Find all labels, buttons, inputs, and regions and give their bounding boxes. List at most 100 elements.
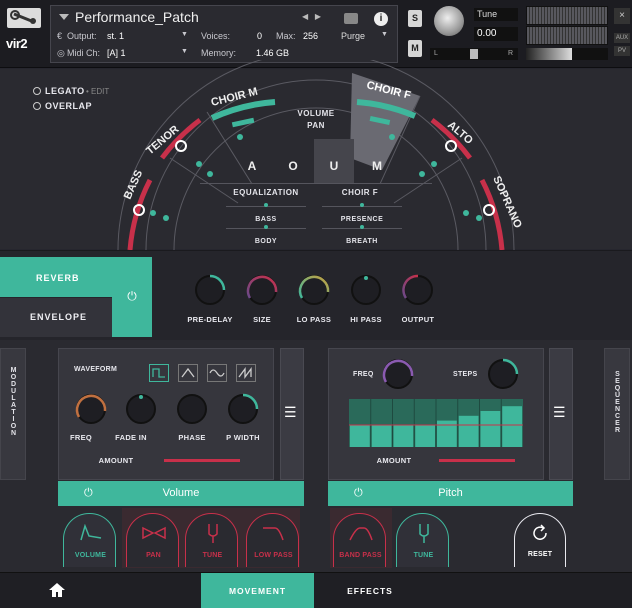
steps-knob[interactable]: [486, 357, 520, 391]
purge-dropdown-icon[interactable]: ▼: [381, 31, 388, 38]
hi-pass-knob[interactable]: [351, 275, 381, 305]
sliders-icon: ☰: [284, 404, 297, 420]
eq-presence-dot[interactable]: [360, 203, 364, 207]
sequencer-step[interactable]: [502, 406, 522, 447]
eq-body-label: BODY: [254, 238, 278, 245]
wrench-icon[interactable]: [7, 8, 41, 28]
home-icon[interactable]: [48, 582, 66, 603]
seq-amount-slider[interactable]: [439, 459, 515, 462]
tenor-dot: [207, 171, 213, 177]
seq-freq-knob[interactable]: [381, 357, 415, 391]
effects-tab[interactable]: EFFECTS: [320, 573, 420, 608]
eq-bass-label: BASS: [255, 216, 277, 223]
phase-knob[interactable]: [177, 394, 207, 424]
modulation-side-tab[interactable]: MODULATION: [0, 348, 26, 480]
soprano-dot: [476, 215, 482, 221]
alto-dot: [431, 161, 437, 167]
target-card-pan[interactable]: PAN: [126, 513, 179, 567]
target-card-band-pass[interactable]: BAND PASS: [333, 513, 386, 567]
sliders-icon: ☰: [553, 404, 566, 420]
target-card-seq-tune[interactable]: TUNE: [396, 513, 449, 567]
pan-handle[interactable]: [470, 49, 478, 59]
seq-target-label: Pitch: [438, 487, 463, 499]
output-icon: €: [57, 31, 63, 41]
prev-next-icons[interactable]: ◀ ▶: [302, 12, 321, 21]
seq-settings-button[interactable]: ☰: [549, 348, 573, 480]
vowel-u-button[interactable]: U: [314, 159, 354, 173]
target-low-pass-label: LOW PASS: [254, 552, 293, 559]
reset-label: RESET: [527, 551, 553, 558]
fade-in-knob[interactable]: [126, 394, 156, 424]
sequencer-step[interactable]: [480, 411, 501, 447]
collapse-icon[interactable]: [59, 14, 69, 20]
pre-delay-label: PRE-DELAY: [187, 315, 233, 324]
kontakt-header: vir2 Performance_Patch ◀ ▶ i € Output: s…: [0, 0, 632, 68]
eq-divider: [200, 183, 432, 184]
aux-button[interactable]: AUX: [614, 33, 630, 43]
sequencer-step[interactable]: [371, 425, 392, 447]
voices-label: Voices:: [201, 31, 231, 41]
target-volume-label: VOLUME: [74, 552, 107, 559]
memory-label: Memory:: [201, 48, 237, 58]
waveform-triangle-button[interactable]: [178, 364, 198, 382]
lo-pass-label: LO PASS: [296, 315, 332, 324]
camera-icon[interactable]: [344, 13, 358, 24]
tune-value[interactable]: 0.00: [474, 27, 518, 41]
solo-button[interactable]: S: [408, 10, 422, 27]
pan-bowtie-icon: [142, 526, 166, 540]
steps-label: STEPS: [453, 371, 478, 378]
vowel-a-button[interactable]: A: [232, 159, 272, 173]
sequencer-step[interactable]: [415, 425, 435, 447]
movement-tab[interactable]: MOVEMENT: [201, 573, 314, 608]
target-card-tune[interactable]: TUNE: [185, 513, 238, 567]
purge-dropdown[interactable]: Purge: [341, 31, 365, 41]
vowel-m-button[interactable]: M: [357, 159, 397, 173]
step-sequencer-grid[interactable]: [349, 399, 523, 447]
pv-button[interactable]: PV: [614, 46, 630, 56]
eq-bass-dot[interactable]: [264, 203, 268, 207]
voices-value: 0: [257, 31, 263, 41]
eq-body-dot[interactable]: [264, 225, 268, 229]
midi-value[interactable]: [A] 1: [107, 48, 126, 58]
seq-target-header[interactable]: ⏻ Pitch: [328, 481, 573, 506]
volume-slider[interactable]: [526, 48, 608, 60]
pan-slider[interactable]: L R: [430, 48, 518, 60]
info-icon[interactable]: i: [374, 12, 388, 26]
envelope-tab[interactable]: ENVELOPE: [0, 298, 112, 337]
seq-power-icon[interactable]: ⏻: [354, 481, 363, 506]
lfo-amount-slider[interactable]: [164, 459, 240, 462]
eq-breath-label: BREATH: [346, 238, 378, 245]
lfo-settings-button[interactable]: ☰: [280, 348, 304, 480]
lfo-target-header[interactable]: ⏻ Volume: [58, 481, 304, 506]
choir-m-pan[interactable]: [231, 117, 255, 128]
lfo-freq-label: FREQ: [69, 433, 93, 442]
reverb-power-icon[interactable]: ⏻: [112, 257, 152, 337]
output-dropdown-icon[interactable]: ▼: [181, 31, 188, 38]
sequencer-step[interactable]: [350, 425, 370, 447]
reset-button[interactable]: RESET: [514, 513, 566, 567]
eq-breath-dot[interactable]: [360, 225, 364, 229]
waveform-square-button[interactable]: [149, 364, 169, 382]
target-seq-tune-label: TUNE: [413, 552, 434, 559]
target-card-low-pass[interactable]: LOW PASS: [246, 513, 299, 567]
lfo-power-icon[interactable]: ⏻: [84, 481, 93, 506]
close-icon[interactable]: ×: [614, 8, 630, 24]
sequencer-step[interactable]: [458, 415, 479, 447]
target-card-volume[interactable]: VOLUME: [63, 513, 116, 567]
mute-button[interactable]: M: [408, 40, 422, 57]
instrument-title[interactable]: Performance_Patch: [75, 9, 199, 25]
midi-dropdown-icon[interactable]: ▼: [181, 48, 188, 55]
tune-knob[interactable]: [434, 6, 464, 36]
waveform-sine-button[interactable]: [207, 364, 227, 382]
target-pan-label: PAN: [146, 552, 161, 559]
reverb-tab[interactable]: REVERB: [0, 257, 112, 297]
max-value[interactable]: 256: [303, 31, 318, 41]
soprano-dot: [463, 210, 469, 216]
pan-left-label: L: [434, 50, 438, 57]
alto-dot: [419, 171, 425, 177]
output-value[interactable]: st. 1: [107, 31, 124, 41]
waveform-saw-button[interactable]: [236, 364, 256, 382]
vowel-o-button[interactable]: O: [273, 159, 313, 173]
sequencer-side-tab[interactable]: SEQUENCER: [604, 348, 630, 480]
sequencer-step[interactable]: [393, 425, 414, 447]
